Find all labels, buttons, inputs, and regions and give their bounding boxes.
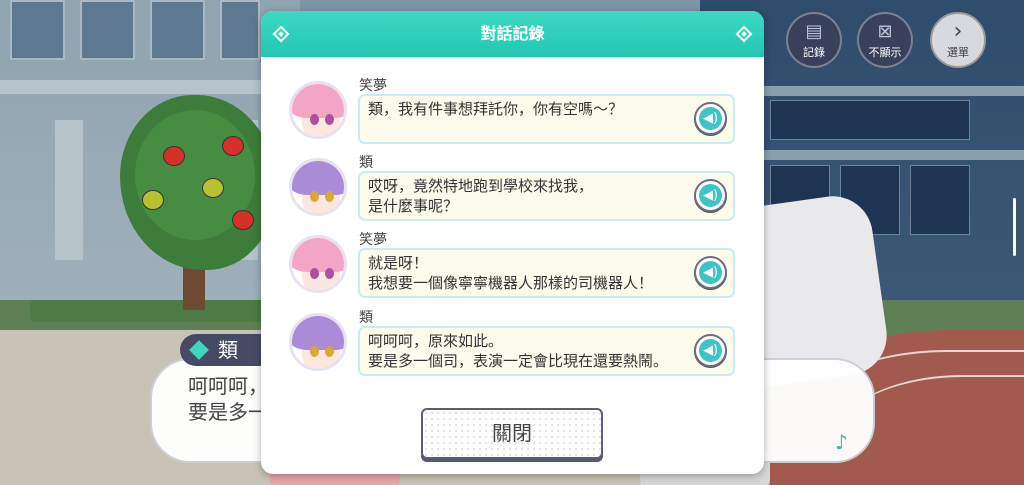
dialogue-text: 呵呵呵， 要是多一 — [188, 373, 268, 425]
avatar-eye — [310, 114, 319, 125]
diamond-icon — [735, 25, 753, 43]
building-window — [150, 0, 205, 60]
speaker-icon: ◀) — [699, 184, 722, 207]
avatar-eye — [325, 268, 334, 279]
speech-line: 要是多一個司，表演一定會比現在還要熱鬧。 — [368, 352, 669, 370]
hide-button[interactable]: ⊠ 不顯示 — [857, 12, 913, 68]
menu-button-label: 選單 — [947, 46, 969, 59]
menu-button[interactable]: › 選單 — [930, 12, 986, 68]
speech-bubble: 類，我有件事想拜託你，你有空嗎～？ ◀) — [358, 94, 735, 144]
speech-bubble: 就是呀！ 我想要一個像寧寧機器人那樣的司機器人！ ◀) — [358, 248, 735, 298]
building-pillar — [55, 120, 83, 260]
diamond-icon — [272, 25, 290, 43]
modal-title: 對話記錄 — [480, 24, 545, 43]
avatar-eye — [325, 114, 334, 125]
speaker-icon: ◀) — [699, 261, 722, 284]
log-button[interactable]: ▤ 記錄 — [786, 12, 842, 68]
avatar-hair — [292, 238, 344, 272]
speech-bubble: 呵呵呵，原來如此。 要是多一個司，表演一定會比現在還要熱鬧。 ◀) — [358, 326, 735, 376]
speech-line: 呵呵呵，原來如此。 — [368, 332, 504, 350]
speaker-name: 笑夢 — [359, 232, 387, 248]
log-entry: 類 哎呀，竟然特地跑到學校來找我， 是什麼事呢？ ◀) — [261, 152, 764, 230]
speech-line: 是什麼事呢？ — [368, 197, 459, 215]
building-ledge — [0, 80, 300, 94]
speaker-name: 笑夢 — [359, 78, 387, 94]
avatar-rui — [289, 313, 347, 371]
building-window — [220, 0, 260, 60]
voice-replay-button[interactable]: ◀) — [694, 102, 727, 135]
speech-line: 哎呀，竟然特地跑到學校來找我， — [368, 177, 594, 195]
building-window — [770, 100, 970, 140]
avatar-eye — [310, 346, 319, 357]
close-button[interactable]: 關閉 — [421, 408, 603, 459]
dialogue-log-modal: 對話記錄 笑夢 類，我有件事想拜託你，你有空嗎～？ ◀) 類 哎呀，竟然特地跑到… — [261, 11, 764, 474]
hide-button-label: 不顯示 — [868, 46, 902, 59]
apple — [222, 136, 244, 156]
apple — [202, 178, 224, 198]
log-icon: ▤ — [805, 21, 823, 42]
log-entry: 類 呵呵呵，原來如此。 要是多一個司，表演一定會比現在還要熱鬧。 ◀) — [261, 307, 764, 385]
avatar-emu — [289, 235, 347, 293]
dialogue-line: 要是多一 — [188, 400, 268, 424]
dialogue-speaker-name: 類 — [218, 338, 238, 362]
modal-header: 對話記錄 — [261, 11, 764, 57]
speech-line: 就是呀！ — [368, 254, 429, 272]
speaker-name: 類 — [359, 310, 373, 326]
apple — [163, 146, 185, 166]
speaker-icon: ◀) — [699, 339, 722, 362]
speech-line: 我想要一個像寧寧機器人那樣的司機器人！ — [368, 274, 654, 292]
avatar-eye — [310, 268, 319, 279]
speech-bubble: 哎呀，竟然特地跑到學校來找我， 是什麼事呢？ ◀) — [358, 171, 735, 221]
avatar-eye — [325, 191, 334, 202]
avatar-hair — [292, 161, 344, 195]
speaker-name: 類 — [359, 155, 373, 171]
hide-icon: ⊠ — [877, 21, 893, 42]
chevron-right-icon: › — [953, 19, 963, 44]
voice-replay-button[interactable]: ◀) — [694, 256, 727, 289]
dialogue-line: 呵呵呵， — [188, 374, 268, 398]
hedge — [30, 300, 290, 322]
avatar-emu — [289, 81, 347, 139]
building-window — [910, 165, 970, 235]
voice-replay-button[interactable]: ◀) — [694, 334, 727, 367]
log-entry: 笑夢 類，我有件事想拜託你，你有空嗎～？ ◀) — [261, 75, 764, 153]
avatar-hair — [292, 84, 344, 118]
log-entry: 笑夢 就是呀！ 我想要一個像寧寧機器人那樣的司機器人！ ◀) — [261, 229, 764, 307]
apple — [142, 190, 164, 210]
building-window — [80, 0, 135, 60]
avatar-eye — [325, 346, 334, 357]
building-window — [10, 0, 65, 60]
avatar-eye — [310, 191, 319, 202]
scroll-indicator — [1013, 198, 1016, 256]
music-note-icon: ♪ — [835, 430, 848, 454]
voice-replay-button[interactable]: ◀) — [694, 179, 727, 212]
avatar-hair — [292, 316, 344, 350]
apple — [232, 210, 254, 230]
speaker-icon: ◀) — [699, 107, 722, 130]
speech-line: 類，我有件事想拜託你，你有空嗎～？ — [368, 100, 624, 118]
avatar-rui — [289, 158, 347, 216]
log-button-label: 記錄 — [803, 46, 825, 59]
